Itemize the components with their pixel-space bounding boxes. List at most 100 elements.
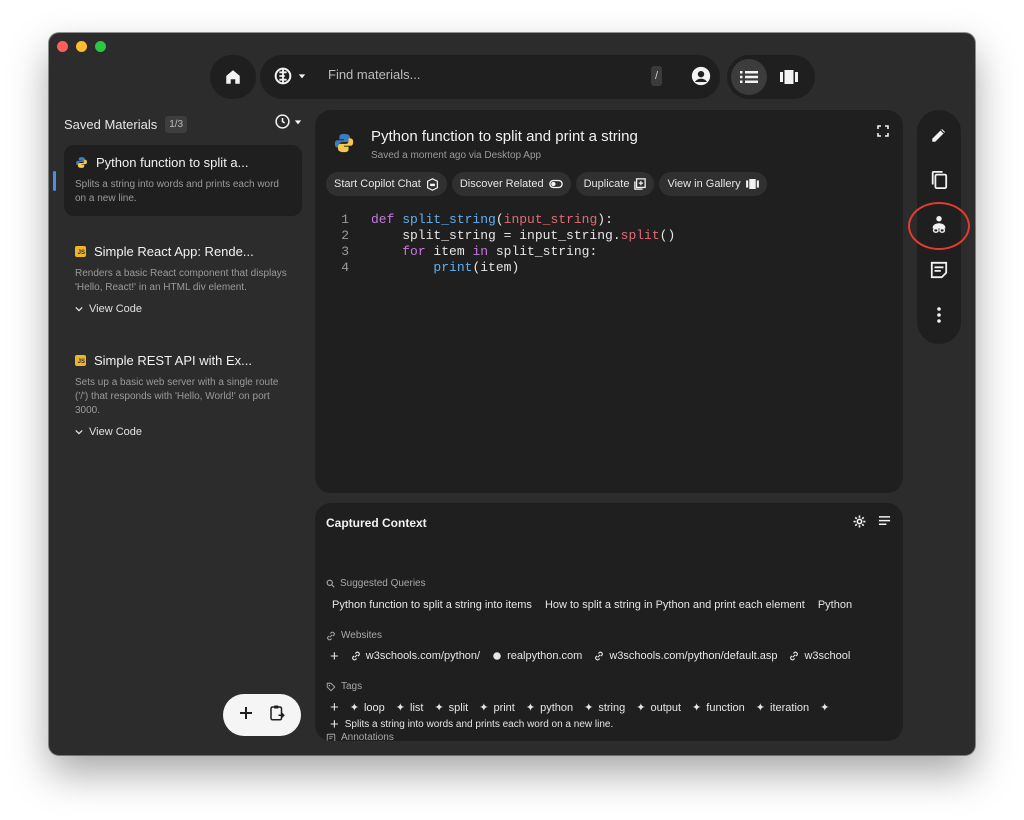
javascript-icon: JS bbox=[75, 246, 86, 257]
chip-label: Duplicate bbox=[583, 178, 630, 190]
notes-button[interactable] bbox=[923, 254, 955, 285]
link-icon bbox=[351, 651, 360, 661]
link-icon bbox=[327, 631, 335, 640]
materials-list: Python function to split a... Splits a s… bbox=[53, 145, 302, 466]
link-icon bbox=[790, 651, 799, 661]
home-button[interactable] bbox=[210, 55, 256, 99]
detail-header: Python function to split and print a str… bbox=[333, 128, 638, 161]
tag-chip[interactable]: ✦ output bbox=[636, 701, 681, 715]
duplicate-button[interactable]: Duplicate bbox=[575, 172, 655, 196]
account-circle-icon bbox=[691, 66, 711, 86]
note-icon bbox=[326, 733, 336, 741]
sparkle-icon: ✦ bbox=[636, 702, 646, 714]
link-icon bbox=[595, 651, 604, 661]
suggested-query[interactable]: Python bbox=[818, 599, 852, 611]
tag-chip[interactable]: ✦ iteration bbox=[755, 701, 809, 715]
home-icon bbox=[226, 70, 240, 84]
add-material-button[interactable] bbox=[238, 705, 254, 726]
view-in-gallery-button[interactable]: View in Gallery bbox=[659, 172, 767, 196]
sort-history-button[interactable] bbox=[274, 113, 302, 130]
gallery-icon bbox=[745, 179, 759, 189]
annotation-text: Splits a string into words and prints ea… bbox=[344, 719, 614, 730]
website-link[interactable]: w3schools.com/python/default.asp bbox=[594, 650, 777, 662]
code-line: 3 for item in split_string: bbox=[333, 244, 675, 260]
copilot-icon bbox=[426, 177, 438, 191]
app-window: / Saved Materials 1/3 bbox=[49, 33, 975, 755]
tag-chip[interactable]: ✦ bbox=[820, 701, 829, 714]
code-block[interactable]: 1 def split_string(input_string): 2 split… bbox=[333, 212, 675, 276]
add-website-button[interactable]: + bbox=[330, 650, 339, 662]
paste-from-clipboard-button[interactable] bbox=[268, 704, 286, 727]
pencil-icon bbox=[932, 129, 945, 143]
view-code-toggle[interactable]: View Code bbox=[75, 303, 291, 315]
material-description: Renders a basic React component that dis… bbox=[75, 268, 287, 293]
annotation-item[interactable]: + Splits a string into words and prints … bbox=[330, 717, 614, 732]
material-description: Splits a string into words and prints ea… bbox=[75, 179, 279, 204]
material-item[interactable]: JS Simple React App: Rende... Renders a … bbox=[64, 234, 302, 325]
maximize-window-button[interactable] bbox=[95, 41, 106, 52]
tag-chip[interactable]: ✦ loop bbox=[350, 701, 385, 715]
suggested-query[interactable]: How to split a string in Python and prin… bbox=[545, 599, 805, 611]
line-number: 2 bbox=[341, 228, 349, 243]
tag-chip[interactable]: ✦ list bbox=[395, 701, 424, 715]
account-button[interactable] bbox=[690, 65, 712, 92]
start-copilot-chat-button[interactable]: Start Copilot Chat bbox=[326, 172, 447, 196]
view-mode-toggle bbox=[727, 55, 815, 99]
window-controls bbox=[57, 41, 106, 52]
add-tag-button[interactable]: + bbox=[330, 701, 339, 714]
gallery-icon bbox=[780, 70, 798, 84]
website-link[interactable]: w3school bbox=[789, 650, 850, 662]
chevron-down-icon bbox=[75, 306, 83, 312]
chip-label: View in Gallery bbox=[667, 178, 741, 190]
close-window-button[interactable] bbox=[57, 41, 68, 52]
edit-button[interactable] bbox=[923, 120, 955, 151]
search-shortcut-hint: / bbox=[651, 66, 662, 86]
app-logo-menu[interactable] bbox=[272, 65, 306, 87]
discover-related-button[interactable]: Discover Related bbox=[451, 172, 571, 196]
pieces-logo-icon bbox=[274, 67, 292, 85]
material-title: Simple REST API with Ex... bbox=[94, 353, 252, 368]
caret-down-icon bbox=[294, 119, 302, 124]
annotations-label: Annotations bbox=[326, 732, 394, 741]
website-link[interactable]: realpython.com bbox=[492, 650, 582, 662]
tags-row: + ✦ loop ✦ list ✦ split ✦ print ✦ python ✦ str… bbox=[330, 701, 903, 714]
code-line: 4 print (item) bbox=[333, 260, 675, 276]
sparkle-icon: ✦ bbox=[820, 702, 830, 714]
view-code-toggle[interactable]: View Code bbox=[75, 426, 291, 438]
search-input[interactable] bbox=[328, 67, 648, 82]
tag-chip[interactable]: ✦ function bbox=[692, 701, 745, 715]
favicon-icon bbox=[493, 652, 501, 660]
material-item[interactable]: JS Simple REST API with Ex... Sets up a … bbox=[64, 343, 302, 448]
settings-gear-icon[interactable] bbox=[853, 515, 866, 528]
sparkle-icon: ✦ bbox=[525, 702, 536, 714]
material-item[interactable]: Python function to split a... Splits a s… bbox=[53, 145, 302, 216]
clock-icon bbox=[275, 114, 290, 129]
websites-label: Websites bbox=[326, 630, 382, 641]
tag-chip[interactable]: ✦ string bbox=[584, 701, 625, 715]
gallery-view-button[interactable] bbox=[771, 59, 807, 95]
detail-subtitle: Saved a moment ago via Desktop App bbox=[371, 150, 542, 161]
tag-chip[interactable]: ✦ split bbox=[434, 701, 468, 715]
view-code-label: View Code bbox=[89, 426, 142, 438]
list-view-button[interactable] bbox=[731, 59, 767, 95]
suggested-queries-row: Python function to split a string into i… bbox=[332, 599, 903, 611]
sparkle-icon: ✦ bbox=[755, 702, 766, 714]
materials-count-badge: 1/3 bbox=[165, 115, 188, 133]
minimize-window-button[interactable] bbox=[76, 41, 87, 52]
suggested-query[interactable]: Python function to split a string into i… bbox=[332, 599, 532, 611]
material-title: Python function to split a... bbox=[96, 155, 249, 170]
material-title: Simple React App: Rende... bbox=[94, 244, 254, 259]
more-options-button[interactable] bbox=[923, 299, 955, 330]
add-annotation-button[interactable]: + bbox=[330, 717, 339, 732]
tag-chip[interactable]: ✦ print bbox=[479, 701, 515, 715]
expand-button[interactable] bbox=[877, 124, 889, 142]
websites-row: + w3schools.com/python/ realpython.com w… bbox=[330, 650, 903, 662]
copy-button[interactable] bbox=[923, 165, 955, 196]
sparkle-icon: ✦ bbox=[434, 702, 444, 714]
text-lines-icon[interactable] bbox=[878, 515, 891, 528]
website-link[interactable]: w3schools.com/python/ bbox=[351, 650, 480, 662]
tag-icon bbox=[326, 682, 336, 691]
tag-chip[interactable]: ✦ python bbox=[525, 701, 573, 715]
view-code-label: View Code bbox=[89, 303, 142, 315]
sparkle-icon: ✦ bbox=[395, 702, 405, 714]
